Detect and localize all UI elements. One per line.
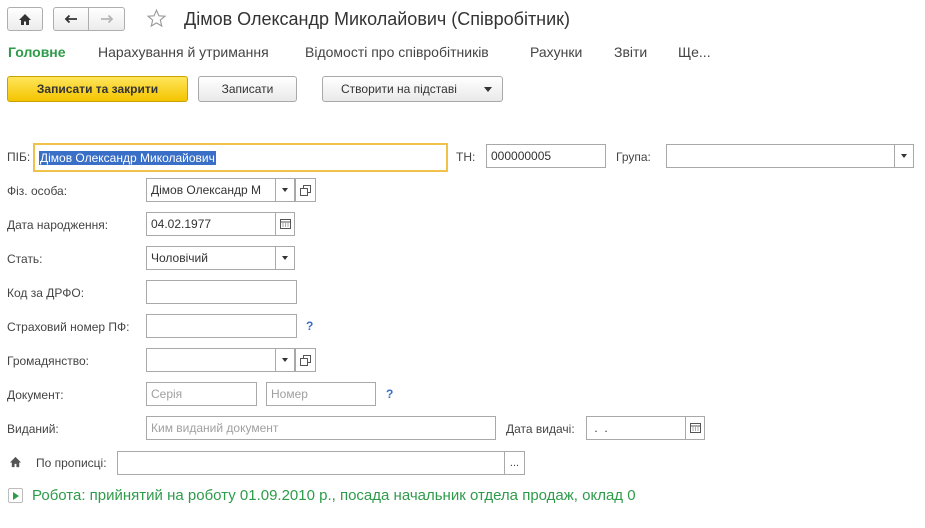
document-series-input[interactable]: Серія: [146, 382, 257, 406]
tab-accruals[interactable]: Нарахування й утримання: [98, 44, 269, 60]
citizenship-label: Громадянство:: [7, 354, 89, 368]
dropdown-arrow-icon: [282, 188, 288, 192]
dropdown-arrow-icon: [282, 358, 288, 362]
person-dropdown-button[interactable]: [275, 178, 295, 202]
pension-number-input[interactable]: [146, 314, 297, 338]
calendar-icon: [279, 219, 291, 229]
arrow-left-icon: [64, 14, 77, 24]
work-info-section[interactable]: Робота: прийнятий на роботу 01.09.2010 р…: [8, 487, 636, 504]
pib-input[interactable]: Дімов Олександр Миколайович: [33, 143, 448, 172]
issue-date-label: Дата видачі:: [506, 422, 575, 436]
star-icon: [146, 8, 167, 28]
save-button[interactable]: Записати: [198, 76, 297, 102]
birth-date-input[interactable]: 04.02.1977: [146, 212, 276, 236]
person-open-button[interactable]: [295, 178, 316, 202]
chevron-right-icon: [12, 491, 19, 500]
issued-by-label: Виданий:: [7, 422, 59, 436]
tab-reports[interactable]: Звіти: [614, 44, 647, 60]
tab-main[interactable]: Головне: [8, 44, 66, 60]
drfo-label: Код за ДРФО:: [7, 286, 85, 300]
group-dropdown-button[interactable]: [894, 144, 914, 168]
calendar-icon: [689, 423, 701, 433]
birth-date-calendar-button[interactable]: [275, 212, 295, 236]
address-home-icon-wrap: [9, 456, 22, 471]
navigation-arrows: [53, 7, 125, 31]
tn-input[interactable]: 000000005: [486, 144, 606, 168]
address-more-button[interactable]: ...: [504, 451, 525, 475]
forward-button[interactable]: [89, 7, 125, 31]
dropdown-arrow-icon: [901, 154, 907, 158]
page-title: Дімов Олександр Миколайович (Співробітни…: [184, 9, 571, 29]
tab-accounts[interactable]: Рахунки: [530, 44, 582, 60]
pib-label: ПІБ:: [7, 150, 31, 164]
gender-select[interactable]: Чоловічий: [146, 246, 276, 270]
address-input[interactable]: [117, 451, 505, 475]
group-select[interactable]: [666, 144, 895, 168]
gender-label: Стать:: [7, 252, 43, 266]
open-window-icon: [300, 184, 311, 196]
create-based-on-button[interactable]: Створити на підставі: [322, 76, 503, 102]
issue-date-calendar-button[interactable]: [685, 416, 705, 440]
person-select[interactable]: Дімов Олександр М: [146, 178, 276, 202]
work-info-link[interactable]: Робота: прийнятий на роботу 01.09.2010 р…: [32, 487, 636, 504]
arrow-right-icon: [100, 14, 113, 24]
favorite-star-button[interactable]: [146, 8, 167, 32]
document-help-link[interactable]: ?: [386, 387, 393, 401]
citizenship-open-button[interactable]: [295, 348, 316, 372]
home-icon: [9, 456, 22, 468]
group-label: Група:: [616, 150, 651, 164]
tab-employee-info[interactable]: Відомості про співробітників: [305, 44, 489, 60]
citizenship-select[interactable]: [146, 348, 276, 372]
person-label: Фіз. особа:: [7, 184, 68, 198]
issued-by-input[interactable]: Ким виданий документ: [146, 416, 496, 440]
pib-value: Дімов Олександр Миколайович: [39, 150, 216, 165]
drfo-input[interactable]: [146, 280, 297, 304]
expand-toggle[interactable]: [8, 488, 23, 503]
document-label: Документ:: [7, 388, 64, 402]
pension-number-help-link[interactable]: ?: [306, 319, 313, 333]
open-window-icon: [300, 354, 311, 366]
save-and-close-button[interactable]: Записати та закрити: [7, 76, 188, 102]
birth-date-label: Дата народження:: [7, 218, 109, 232]
gender-dropdown-button[interactable]: [275, 246, 295, 270]
dropdown-arrow-icon: [484, 86, 492, 92]
tn-label: ТН:: [456, 150, 476, 164]
pension-number-label: Страховий номер ПФ:: [7, 320, 130, 334]
citizenship-dropdown-button[interactable]: [275, 348, 295, 372]
home-icon: [19, 13, 31, 25]
dropdown-arrow-icon: [282, 256, 288, 260]
document-number-input[interactable]: Номер: [266, 382, 376, 406]
home-button[interactable]: [7, 7, 43, 31]
tab-more[interactable]: Ще...: [678, 44, 711, 60]
issue-date-input[interactable]: . .: [586, 416, 686, 440]
create-based-on-label: Створити на підставі: [341, 82, 457, 96]
back-button[interactable]: [53, 7, 89, 31]
address-label: По прописці:: [36, 456, 107, 470]
